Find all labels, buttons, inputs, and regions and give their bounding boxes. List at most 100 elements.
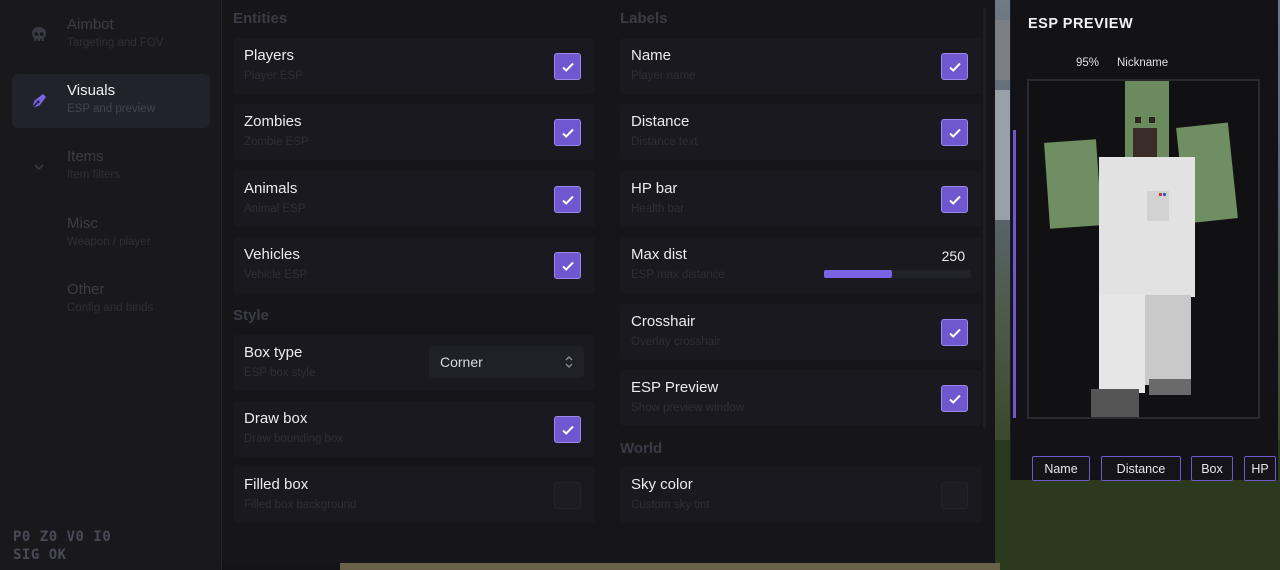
draw-box-checkbox[interactable] xyxy=(554,416,581,443)
sidebar-item-subtitle: Weapon / player xyxy=(67,236,151,248)
check-icon xyxy=(948,128,961,138)
setting-title: ESP Preview xyxy=(631,379,719,396)
name-checkbox[interactable] xyxy=(941,53,968,80)
setting-row-hp-bar: HP bar Health bar xyxy=(620,171,982,227)
esp-preview-checkbox[interactable] xyxy=(941,385,968,412)
setting-row-esp-preview: ESP Preview Show preview window xyxy=(620,370,982,426)
sidebar-item-title: Other xyxy=(67,281,105,298)
sidebar-item-title: Visuals xyxy=(67,82,116,99)
check-icon xyxy=(561,425,574,435)
zombies-checkbox[interactable] xyxy=(554,119,581,146)
setting-row-filled-box: Filled box Filled box background xyxy=(233,467,595,523)
check-icon xyxy=(561,128,574,138)
setting-title: Animals xyxy=(244,180,298,197)
box-type-value: Corner xyxy=(440,354,483,370)
setting-subtitle: Show preview window xyxy=(631,402,745,414)
check-icon xyxy=(561,261,574,271)
setting-subtitle: Vehicle ESP xyxy=(244,269,308,281)
preview-tags: Name Distance Box HP xyxy=(1011,456,1279,481)
setting-title: Box type xyxy=(244,344,303,361)
filled-box-checkbox[interactable] xyxy=(554,482,581,509)
max-dist-slider[interactable] xyxy=(824,270,971,278)
setting-row-zombies: Zombies Zombie ESP xyxy=(233,104,595,160)
setting-title: Distance xyxy=(631,113,690,130)
pen-nib-icon xyxy=(28,90,50,112)
setting-title: Draw box xyxy=(244,410,308,427)
setting-row-draw-box: Draw box Draw bounding box xyxy=(233,401,595,457)
sidebar: Aimbot Targeting and FOV Visuals ESP and… xyxy=(0,0,222,570)
preview-title: ESP PREVIEW xyxy=(1028,16,1134,32)
sidebar-item-title: Aimbot xyxy=(67,16,114,33)
sidebar-item-title: Misc xyxy=(67,215,98,232)
game-ground-strip xyxy=(340,563,1000,570)
preview-health-percent: 95% xyxy=(1076,57,1100,69)
setting-title: Players xyxy=(244,47,295,64)
esp-preview-panel: ESP PREVIEW 95% Nickname Name Distance B… xyxy=(1010,0,1279,481)
setting-row-animals: Animals Animal ESP xyxy=(233,171,595,227)
setting-row-players: Players Player ESP xyxy=(233,38,595,94)
setting-subtitle: Zombie ESP xyxy=(244,136,309,148)
setting-subtitle: Draw bounding box xyxy=(244,433,344,445)
setting-subtitle: ESP box style xyxy=(244,367,316,379)
setting-title: Zombies xyxy=(244,113,302,130)
setting-subtitle: ESP max distance xyxy=(631,269,725,281)
vehicles-checkbox[interactable] xyxy=(554,252,581,279)
setting-subtitle: Overlay crosshair xyxy=(631,336,721,348)
tag-distance[interactable]: Distance xyxy=(1101,456,1181,481)
check-icon xyxy=(561,62,574,72)
players-checkbox[interactable] xyxy=(554,53,581,80)
setting-title: Vehicles xyxy=(244,246,300,263)
setting-row-crosshair: Crosshair Overlay crosshair xyxy=(620,304,982,360)
status-signature: SIG OK xyxy=(13,547,67,563)
hp-bar-checkbox[interactable] xyxy=(941,186,968,213)
setting-row-name: Name Player name xyxy=(620,38,982,94)
sidebar-item-subtitle: ESP and preview xyxy=(67,103,156,115)
sidebar-item-misc[interactable]: Misc Weapon / player xyxy=(12,207,210,261)
setting-row-max-dist: Max dist ESP max distance 250 xyxy=(620,237,982,293)
section-title-labels: Labels xyxy=(620,10,668,27)
box-type-select[interactable]: Corner xyxy=(429,346,584,378)
check-icon xyxy=(948,62,961,72)
setting-subtitle: Distance text xyxy=(631,136,698,148)
sidebar-item-title: Items xyxy=(67,148,104,165)
setting-subtitle: Player ESP xyxy=(244,70,303,82)
sidebar-item-subtitle: Config and binds xyxy=(67,302,154,314)
setting-title: Name xyxy=(631,47,672,64)
sky-color-checkbox[interactable] xyxy=(941,482,968,509)
setting-title: Filled box xyxy=(244,476,309,493)
preview-nickname: Nickname xyxy=(1117,57,1169,69)
sidebar-item-subtitle: Targeting and FOV xyxy=(67,37,164,49)
section-title-world: World xyxy=(620,440,663,457)
setting-row-vehicles: Vehicles Vehicle ESP xyxy=(233,237,595,293)
sidebar-item-other[interactable]: Other Config and binds xyxy=(12,273,210,327)
distance-checkbox[interactable] xyxy=(941,119,968,146)
tag-box[interactable]: Box xyxy=(1191,456,1233,481)
preview-accent-bar xyxy=(1013,130,1016,418)
chevron-down-icon xyxy=(28,156,50,178)
sidebar-item-aimbot[interactable]: Aimbot Targeting and FOV xyxy=(12,8,210,62)
check-icon xyxy=(561,195,574,205)
preview-box xyxy=(1027,79,1260,419)
crosshair-checkbox[interactable] xyxy=(941,319,968,346)
tag-name[interactable]: Name xyxy=(1032,456,1090,481)
tag-hp[interactable]: HP xyxy=(1244,456,1276,481)
setting-title: Sky color xyxy=(631,476,693,493)
setting-subtitle: Animal ESP xyxy=(244,203,306,215)
setting-subtitle: Custom sky tint xyxy=(631,499,710,511)
max-dist-value: 250 xyxy=(941,248,965,264)
section-title-entities: Entities xyxy=(233,10,288,27)
panel-scrollbar[interactable] xyxy=(983,8,986,428)
sidebar-item-visuals[interactable]: Visuals ESP and preview xyxy=(12,74,210,128)
setting-row-box-type: Box type ESP box style Corner xyxy=(233,335,595,391)
updown-chevron-icon xyxy=(565,356,573,368)
animals-checkbox[interactable] xyxy=(554,186,581,213)
setting-subtitle: Health bar xyxy=(631,203,685,215)
skull-icon xyxy=(28,24,50,46)
section-title-style: Style xyxy=(233,307,269,324)
check-icon xyxy=(948,195,961,205)
check-icon xyxy=(948,394,961,404)
setting-row-sky-color: Sky color Custom sky tint xyxy=(620,467,982,523)
sidebar-item-items[interactable]: Items Item filters xyxy=(12,140,210,194)
settings-panel: Entities Players Player ESP Zombies Zomb… xyxy=(222,0,995,563)
setting-title: Crosshair xyxy=(631,313,696,330)
